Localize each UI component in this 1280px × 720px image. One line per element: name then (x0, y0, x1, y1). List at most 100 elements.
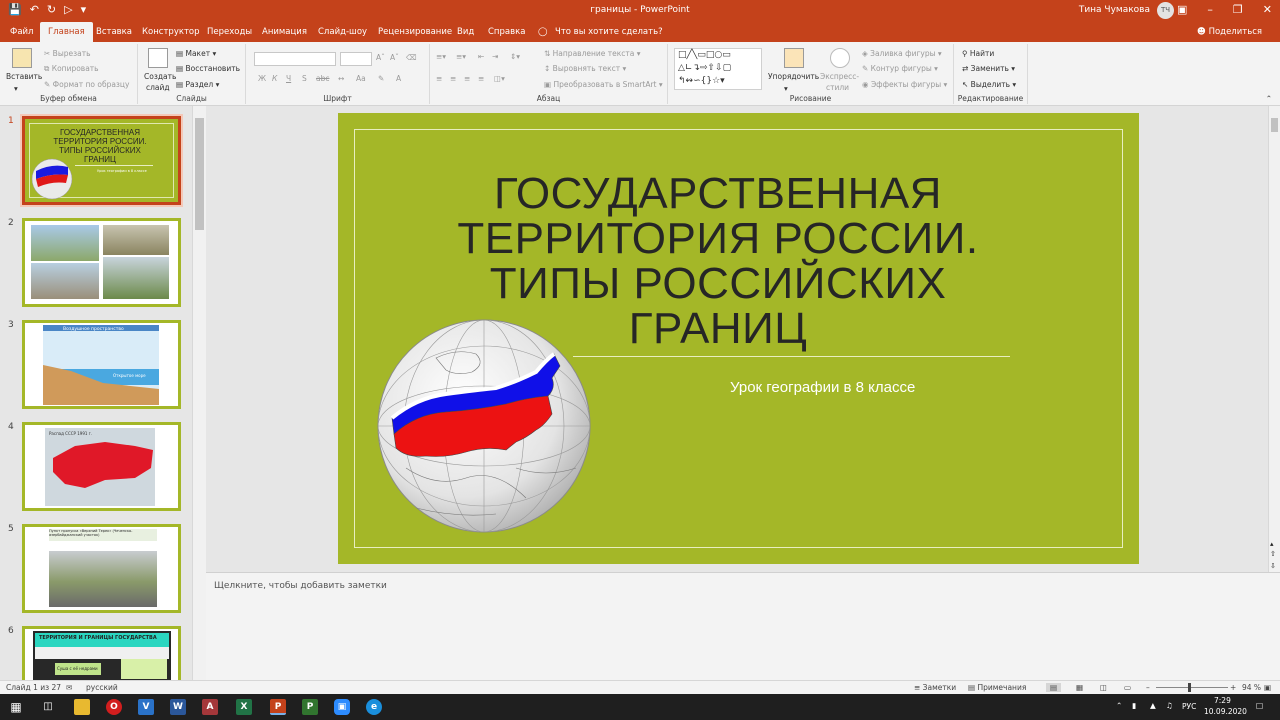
paste-button[interactable]: Вставить (6, 72, 42, 81)
quick-styles-icon[interactable] (830, 48, 850, 68)
tab-insert[interactable]: Вставка (94, 22, 134, 42)
reset-button[interactable]: ▤ Восстановить (176, 64, 240, 73)
shape-effects-button[interactable]: ◉ Эффекты фигуры ▾ (862, 80, 947, 89)
thumbnail-row[interactable]: 3 Воздушное пространство Открытое море (0, 320, 190, 410)
zoom-slider-thumb[interactable] (1188, 683, 1191, 692)
notes-placeholder[interactable]: Щелкните, чтобы добавить заметки (214, 581, 387, 591)
close-icon[interactable]: ✕ (1263, 3, 1272, 16)
prev-slide-icon[interactable]: ⇧ (1270, 550, 1276, 558)
section-button[interactable]: ▤ Раздел ▾ (176, 80, 219, 89)
zoom-in-icon[interactable]: + (1230, 683, 1236, 692)
decrease-font-icon[interactable]: Aˇ (390, 53, 399, 62)
edge-icon[interactable]: e (366, 699, 382, 715)
word-icon[interactable]: W (170, 699, 186, 715)
arrange-button[interactable]: Упорядочить (768, 72, 819, 81)
new-slide-icon[interactable] (148, 48, 168, 68)
language-indicator[interactable]: русский (86, 683, 118, 692)
excel-icon[interactable]: X (236, 699, 252, 715)
tab-design[interactable]: Конструктор (140, 22, 202, 42)
align-text-button[interactable]: ↕ Выровнять текст ▾ (544, 64, 626, 73)
shape-outline-button[interactable]: ✎ Контур фигуры ▾ (862, 64, 938, 73)
notifications-icon[interactable]: □ (1256, 701, 1263, 710)
reading-view-icon[interactable]: ◫ (1100, 683, 1107, 692)
shadow-button[interactable]: S (302, 74, 307, 83)
bold-button[interactable]: Ж (258, 74, 266, 83)
tab-review[interactable]: Рецензирование (376, 22, 454, 42)
minimize-icon[interactable]: – (1207, 3, 1213, 16)
publisher-icon[interactable]: P (302, 699, 318, 715)
collapse-ribbon-icon[interactable]: ⌃ (1266, 94, 1272, 103)
underline-button[interactable]: Ч (286, 74, 291, 83)
align-left-icon[interactable]: ≡ (436, 74, 442, 83)
slide-thumbnail[interactable] (22, 218, 181, 307)
increase-font-icon[interactable]: Aˆ (376, 53, 385, 62)
tab-transitions[interactable]: Переходы (205, 22, 254, 42)
thumbnail-row[interactable]: 4 Распад СССР 1991 г. (0, 422, 190, 512)
select-button[interactable]: ↖ Выделить ▾ (962, 80, 1016, 89)
cut-button[interactable]: ✂ Вырезать (44, 49, 91, 58)
slide-thumbnail[interactable]: Пункт пропуска «Верхний Терек» (Чеченско… (22, 524, 181, 613)
tray-up-arrow-icon[interactable]: ⌃ (1116, 701, 1122, 710)
zoom-slider[interactable] (1156, 687, 1228, 688)
font-size-box[interactable] (340, 52, 372, 66)
thumbnails-scrollbar-thumb[interactable] (195, 118, 204, 230)
ribbon-display-options-icon[interactable]: ▣ (1177, 3, 1187, 16)
bullets-icon[interactable]: ≡▾ (436, 52, 446, 61)
paste-icon[interactable] (12, 48, 32, 68)
tell-me-box[interactable]: Что вы хотите сделать? (553, 22, 665, 42)
change-case-icon[interactable]: Aa (356, 74, 366, 83)
clear-formatting-icon[interactable]: ⌫ (406, 53, 417, 62)
smartart-button[interactable]: ▣ Преобразовать в SmartArt ▾ (544, 80, 663, 89)
text-direction-button[interactable]: ⇅ Направление текста ▾ (544, 49, 641, 58)
notes-pane[interactable]: Щелкните, чтобы добавить заметки (206, 572, 1280, 680)
wifi-icon[interactable]: ▲ (1150, 701, 1156, 710)
font-color-button[interactable]: A (396, 74, 401, 83)
current-slide[interactable]: ГОСУДАРСТВЕННАЯ ТЕРРИТОРИЯ РОССИИ. ТИПЫ … (338, 113, 1139, 564)
paste-dropdown-icon[interactable]: ▾ (14, 84, 18, 93)
clock-time[interactable]: 7:29 (1214, 696, 1231, 705)
scroll-up-icon[interactable]: ▴ (1270, 540, 1274, 548)
battery-icon[interactable]: ▮ (1132, 701, 1136, 710)
comments-toggle[interactable]: ▤ Примечания (968, 683, 1026, 692)
replace-button[interactable]: ⇄ Заменить ▾ (962, 64, 1015, 73)
tab-slideshow[interactable]: Слайд-шоу (316, 22, 369, 42)
thumbnail-row[interactable]: 1 ГОСУДАРСТВЕННАЯ ТЕРРИТОРИЯ РОССИИ. ТИП… (0, 114, 190, 207)
align-right-icon[interactable]: ≡ (464, 74, 470, 83)
quick-styles-button[interactable]: Экспресс- (820, 72, 859, 81)
justify-icon[interactable]: ≡ (478, 74, 484, 83)
layout-button[interactable]: ▤ Макет ▾ (176, 49, 216, 58)
slide-subtitle[interactable]: Урок географии в 8 классе (730, 379, 915, 396)
shape-fill-button[interactable]: ◈ Заливка фигуры ▾ (862, 49, 942, 58)
slide-sorter-icon[interactable]: ▦ (1076, 683, 1083, 692)
fit-to-window-icon[interactable]: ▣ (1264, 683, 1271, 692)
visio-icon[interactable]: V (138, 699, 154, 715)
slide-thumbnail[interactable]: Распад СССР 1991 г. (22, 422, 181, 511)
thumbnail-row[interactable]: 5 Пункт пропуска «Верхний Терек» (Чеченс… (0, 524, 190, 614)
align-center-icon[interactable]: ≡ (450, 74, 456, 83)
task-view-icon[interactable]: ◫ (40, 699, 56, 715)
slide-thumbnail[interactable]: Воздушное пространство Открытое море (22, 320, 181, 409)
zoom-app-icon[interactable]: ▣ (334, 699, 350, 715)
strikethrough-button[interactable]: abc (316, 74, 329, 83)
opera-icon[interactable]: O (106, 699, 122, 715)
globe-image[interactable] (376, 318, 592, 534)
line-spacing-icon[interactable]: ⇕▾ (510, 52, 520, 61)
spellcheck-icon[interactable]: ✉ (66, 683, 72, 692)
font-name-box[interactable] (254, 52, 336, 66)
maximize-icon[interactable]: ❐ (1233, 3, 1243, 16)
thumbnail-row[interactable]: 2 (0, 218, 190, 308)
zoom-out-icon[interactable]: – (1146, 683, 1150, 692)
thumbnails-scrollbar[interactable] (192, 106, 206, 680)
user-name[interactable]: Тина Чумакова (1079, 5, 1150, 15)
new-slide-button-line2[interactable]: слайд (146, 83, 170, 92)
shapes-gallery[interactable]: □╱╲▭□○▭ △∟↴⇨⇧⇩▢ ↰↭∽{}☆▾ (674, 48, 762, 90)
start-windows-icon[interactable]: ▦ (8, 699, 24, 715)
decrease-indent-icon[interactable]: ⇤ (478, 52, 484, 61)
arrange-icon[interactable] (784, 48, 804, 68)
format-painter-button[interactable]: ✎ Формат по образцу (44, 80, 129, 89)
character-spacing-icon[interactable]: ↔ (338, 74, 344, 83)
clock-date[interactable]: 10.09.2020 (1204, 707, 1247, 716)
next-slide-icon[interactable]: ⇩ (1270, 562, 1276, 570)
user-avatar[interactable]: ТЧ (1157, 2, 1174, 19)
notes-toggle[interactable]: ≡ Заметки (914, 683, 956, 692)
